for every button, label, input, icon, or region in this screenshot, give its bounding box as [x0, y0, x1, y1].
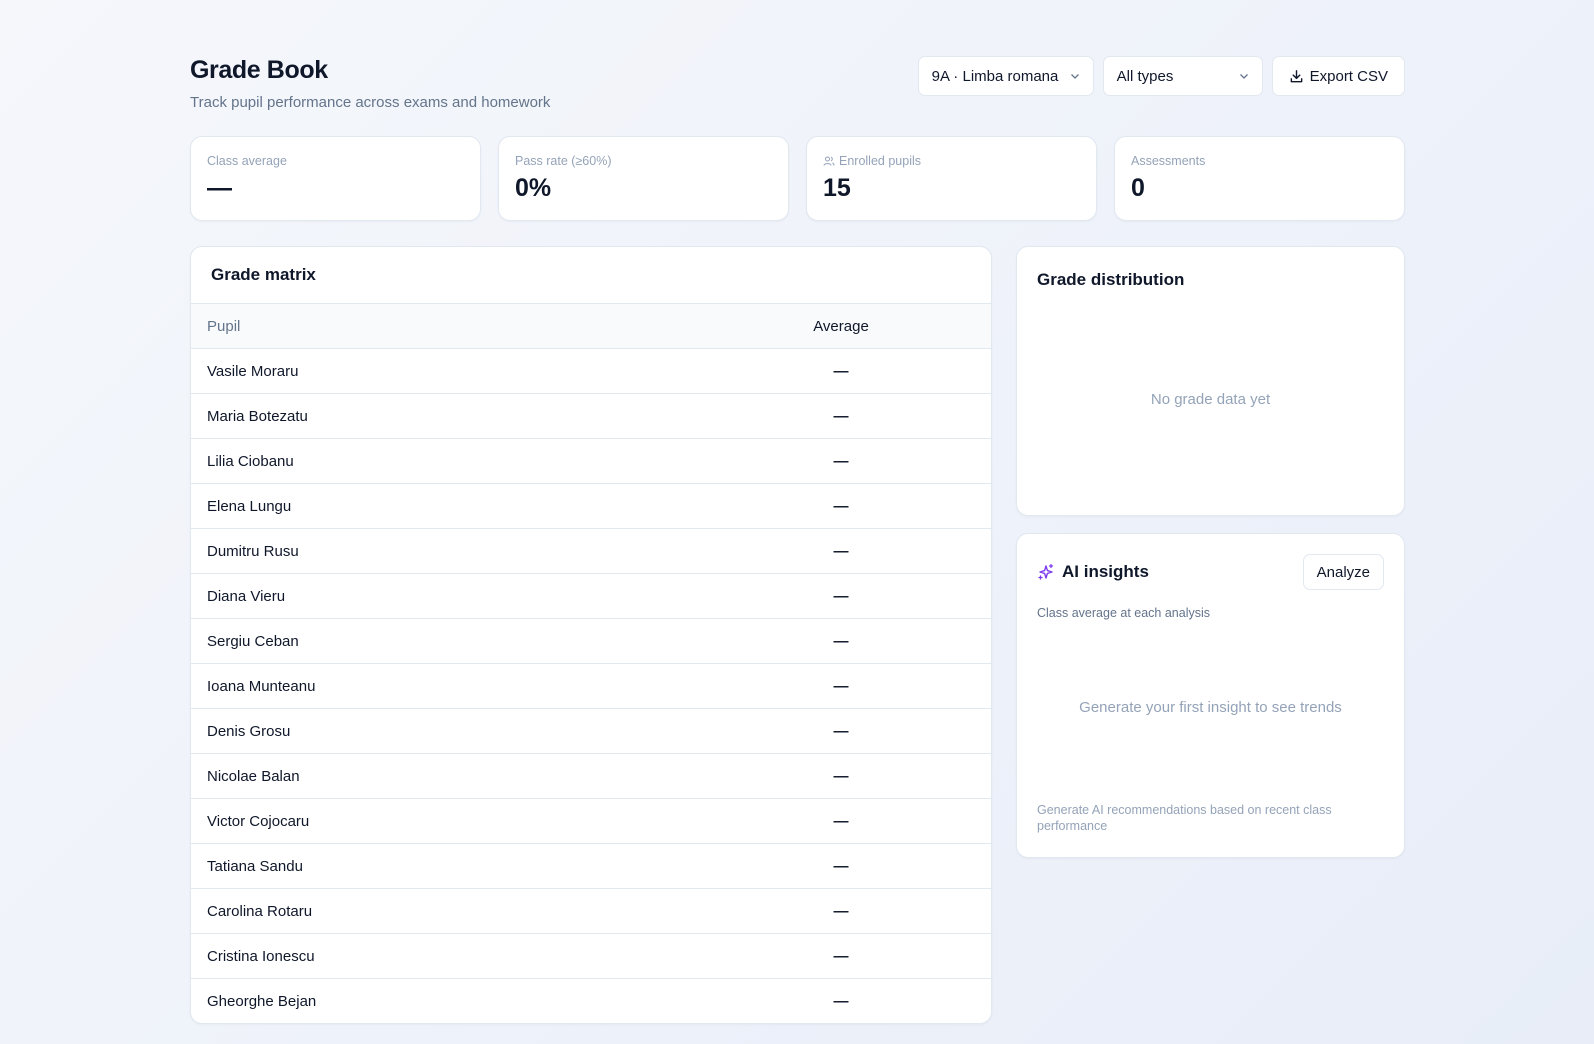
chevron-down-icon: [1239, 71, 1249, 81]
grade-matrix-card: Grade matrix Pupil Average Vasile Moraru…: [190, 246, 992, 1024]
pupil-average: —: [833, 767, 849, 785]
users-icon: [823, 155, 835, 167]
pupil-name: Denis Grosu: [207, 722, 291, 740]
grade-distribution-card: Grade distribution No grade data yet: [1016, 246, 1405, 516]
table-row[interactable]: Maria Botezatu —: [191, 394, 991, 439]
pupil-name: Lilia Ciobanu: [207, 452, 294, 470]
type-select[interactable]: All types: [1102, 56, 1263, 96]
table-row[interactable]: Elena Lungu —: [191, 484, 991, 529]
page-title: Grade Book: [190, 56, 328, 84]
pupil-average: —: [833, 497, 849, 515]
stat-label-row: Enrolled pupils: [823, 154, 1080, 168]
pupil-average: —: [833, 632, 849, 650]
pupil-name: Ioana Munteanu: [207, 677, 316, 695]
pupil-name: Vasile Moraru: [207, 362, 299, 380]
column-header-pupil[interactable]: Pupil: [191, 318, 751, 335]
ai-insights-subtitle: Class average at each analysis: [1037, 606, 1211, 620]
table-row[interactable]: Gheorghe Bejan —: [191, 979, 991, 1023]
table-row[interactable]: Denis Grosu —: [191, 709, 991, 754]
ai-insights-header: AI insights: [1037, 562, 1149, 582]
class-select-value: 9A · Limba romana: [931, 67, 1059, 85]
pupil-name: Diana Vieru: [207, 587, 286, 605]
table-row[interactable]: Cristina Ionescu —: [191, 934, 991, 979]
class-select[interactable]: 9A · Limba romana: [917, 56, 1094, 96]
table-row[interactable]: Diana Vieru —: [191, 574, 991, 619]
pupil-average: —: [833, 947, 849, 965]
pupil-name: Carolina Rotaru: [207, 902, 313, 920]
stat-label: Assessments: [1131, 154, 1206, 168]
download-icon: [1289, 69, 1304, 84]
type-select-value: All types: [1116, 67, 1174, 85]
table-row[interactable]: Carolina Rotaru —: [191, 889, 991, 934]
page-subtitle: Track pupil performance across exams and…: [190, 94, 551, 111]
table-row[interactable]: Tatiana Sandu —: [191, 844, 991, 889]
table-row[interactable]: Dumitru Rusu —: [191, 529, 991, 574]
stat-value: 0: [1131, 174, 1145, 202]
stat-label: Class average: [207, 154, 287, 168]
stat-class-average: Class average —: [190, 136, 481, 221]
pupil-name: Cristina Ionescu: [207, 947, 315, 965]
table-body: Vasile Moraru — Maria Botezatu — Lilia Cioba…: [191, 349, 991, 1023]
sparkles-icon: [1037, 563, 1055, 581]
stat-value: 15: [823, 174, 851, 202]
pupil-average: —: [833, 902, 849, 920]
table-row[interactable]: Ioana Munteanu —: [191, 664, 991, 709]
export-csv-label: Export CSV: [1309, 67, 1388, 85]
pupil-average: —: [833, 362, 849, 380]
stats-row: Class average — Pass rate (≥60%) 0% Enro…: [190, 136, 1405, 221]
pupil-average: —: [833, 722, 849, 740]
stat-value: 0%: [515, 174, 552, 202]
table-row[interactable]: Sergiu Ceban —: [191, 619, 991, 664]
pupil-name: Sergiu Ceban: [207, 632, 299, 650]
grade-distribution-title: Grade distribution: [1037, 270, 1185, 289]
pupil-name: Maria Botezatu: [207, 407, 308, 425]
grade-matrix-title: Grade matrix: [191, 247, 991, 304]
table-header: Pupil Average: [191, 304, 991, 349]
pupil-name: Gheorghe Bejan: [207, 993, 317, 1010]
table-row[interactable]: Victor Cojocaru —: [191, 799, 991, 844]
pupil-name: Nicolae Balan: [207, 767, 300, 785]
distribution-empty-state: No grade data yet: [1150, 391, 1271, 408]
pupil-average: —: [833, 542, 849, 560]
stat-assessments: Assessments 0: [1114, 136, 1405, 221]
pupil-name: Elena Lungu: [207, 497, 292, 515]
stat-label: Enrolled pupils: [839, 154, 921, 168]
pupil-average: —: [833, 677, 849, 695]
page-header: Grade Book Track pupil performance acros…: [190, 56, 1405, 136]
pupil-average: —: [833, 857, 849, 875]
table-row[interactable]: Vasile Moraru —: [191, 349, 991, 394]
column-header-average[interactable]: Average: [751, 318, 931, 335]
analyze-button[interactable]: Analyze: [1302, 554, 1384, 590]
pupil-name: Tatiana Sandu: [207, 857, 303, 875]
pupil-name: Victor Cojocaru: [207, 812, 310, 830]
pupil-average: —: [833, 587, 849, 605]
header-controls: 9A · Limba romana All types Export CSV: [917, 56, 1405, 96]
pupil-average: —: [833, 993, 849, 1010]
chevron-down-icon: [1070, 71, 1080, 81]
pupil-name: Dumitru Rusu: [207, 542, 299, 560]
ai-insights-empty-state: Generate your first insight to see trend…: [1079, 699, 1342, 716]
pupil-average: —: [833, 812, 849, 830]
stat-value: —: [207, 174, 232, 202]
table-row[interactable]: Nicolae Balan —: [191, 754, 991, 799]
pupil-average: —: [833, 452, 849, 470]
pupil-average: —: [833, 407, 849, 425]
ai-insights-footer: Generate AI recommendations based on rec…: [1037, 803, 1332, 833]
grade-book-page: Grade Book Track pupil performance acros…: [190, 56, 1405, 1024]
ai-insights-card: AI insights Analyze Class average at eac…: [1016, 533, 1405, 858]
ai-insights-title: AI insights: [1062, 562, 1149, 581]
stat-label: Pass rate (≥60%): [515, 154, 612, 168]
stat-enrolled-pupils: Enrolled pupils 15: [806, 136, 1097, 221]
export-csv-button[interactable]: Export CSV: [1271, 56, 1405, 96]
stat-pass-rate: Pass rate (≥60%) 0%: [498, 136, 789, 221]
table-row[interactable]: Lilia Ciobanu —: [191, 439, 991, 484]
